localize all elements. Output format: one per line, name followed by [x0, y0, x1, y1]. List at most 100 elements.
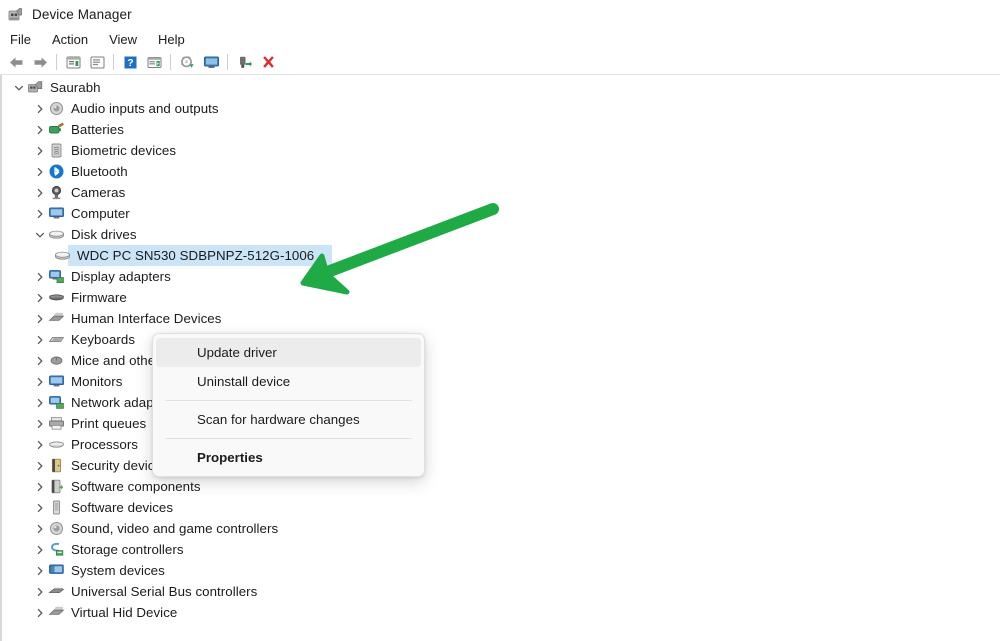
- tree-row-label: Human Interface Devices: [71, 311, 222, 326]
- chevron-right-icon[interactable]: [32, 119, 48, 140]
- tree-row-label: Software components: [71, 479, 201, 494]
- tree-row-label: Print queues: [71, 416, 147, 431]
- chevron-right-icon[interactable]: [32, 287, 48, 308]
- usb-icon: [48, 583, 65, 600]
- tree-row[interactable]: Biometric devices: [2, 140, 1000, 161]
- device-tree-panel: Saurabh Audio inputs and outputs Batteries…: [0, 75, 1000, 641]
- toolbar: ?: [0, 50, 1000, 75]
- help-icon[interactable]: ?: [118, 51, 142, 73]
- tree-row[interactable]: Software devices: [2, 497, 1000, 518]
- selected-device-label: WDC PC SN530 SDBPNPZ-512G-1006: [77, 248, 315, 263]
- tree-row[interactable]: Bluetooth: [2, 161, 1000, 182]
- tree-row[interactable]: Sound, video and game controllers: [2, 518, 1000, 539]
- tree-row[interactable]: Storage controllers: [2, 539, 1000, 560]
- tree-row-label: Saurabh: [50, 80, 101, 95]
- tree-row-label: Virtual Hid Device: [71, 605, 178, 620]
- chevron-right-icon[interactable]: [32, 308, 48, 329]
- chevron-right-icon[interactable]: [32, 392, 48, 413]
- chevron-down-icon[interactable]: [11, 77, 27, 98]
- tree-row[interactable]: Saurabh: [2, 77, 1000, 98]
- hid-icon: [48, 604, 65, 621]
- uninstall-device-icon[interactable]: [256, 51, 280, 73]
- tree-row[interactable]: Human Interface Devices: [2, 308, 1000, 329]
- context-menu-item-update-driver[interactable]: Update driver: [156, 338, 421, 367]
- chevron-right-icon[interactable]: [32, 581, 48, 602]
- tree-row-label: Biometric devices: [71, 143, 177, 158]
- tree-row-label: Batteries: [71, 122, 124, 137]
- chevron-right-icon[interactable]: [32, 476, 48, 497]
- context-menu-item-properties[interactable]: Properties: [156, 443, 421, 472]
- tree-row[interactable]: Display adapters: [2, 266, 1000, 287]
- menu-action[interactable]: Action: [52, 31, 97, 48]
- menu-view[interactable]: View: [109, 31, 146, 48]
- processor-icon: [48, 436, 65, 453]
- chevron-right-icon[interactable]: [32, 560, 48, 581]
- chevron-right-icon[interactable]: [32, 455, 48, 476]
- disk-drive-icon: [48, 226, 65, 243]
- chevron-right-icon[interactable]: [32, 182, 48, 203]
- device-view-icon[interactable]: [142, 51, 166, 73]
- chevron-right-icon[interactable]: [32, 203, 48, 224]
- svg-text:?: ?: [127, 57, 133, 69]
- software-device-icon: [48, 499, 65, 516]
- chevron-right-icon[interactable]: [32, 434, 48, 455]
- printer-icon: [48, 415, 65, 432]
- tree-row-label: Storage controllers: [71, 542, 184, 557]
- monitor-icon: [48, 373, 65, 390]
- tree-row[interactable]: Computer: [2, 203, 1000, 224]
- menu-separator: [165, 438, 412, 439]
- chevron-right-icon[interactable]: [32, 602, 48, 623]
- tree-row[interactable]: Software components: [2, 476, 1000, 497]
- tree-row[interactable]: Disk drives: [2, 224, 1000, 245]
- context-menu-item-uninstall-device[interactable]: Uninstall device: [156, 367, 421, 396]
- speaker-icon: [48, 100, 65, 117]
- monitor-icon: [48, 205, 65, 222]
- tree-row-label: Firmware: [71, 290, 127, 305]
- chevron-right-icon[interactable]: [32, 371, 48, 392]
- chevron-right-icon[interactable]: [32, 266, 48, 287]
- chevron-down-icon[interactable]: [32, 224, 48, 245]
- tree-row-label: Display adapters: [71, 269, 171, 284]
- title-bar: Device Manager: [0, 0, 1000, 28]
- tree-row-label: Keyboards: [71, 332, 136, 347]
- tree-row-selected-device[interactable]: WDC PC SN530 SDBPNPZ-512G-1006: [2, 245, 1000, 266]
- tree-row-label: Software devices: [71, 500, 174, 515]
- properties-icon[interactable]: [61, 51, 85, 73]
- update-driver-software-icon[interactable]: [85, 51, 109, 73]
- menu-bar: File Action View Help: [0, 28, 1000, 50]
- chevron-right-icon[interactable]: [32, 329, 48, 350]
- tree-row[interactable]: Batteries: [2, 119, 1000, 140]
- tree-row[interactable]: Universal Serial Bus controllers: [2, 581, 1000, 602]
- disk-drive-icon: [54, 247, 71, 264]
- tree-row[interactable]: Firmware: [2, 287, 1000, 308]
- menu-file[interactable]: File: [10, 31, 40, 48]
- tree-row-label: Universal Serial Bus controllers: [71, 584, 258, 599]
- display-adapter-icon: [48, 268, 65, 285]
- menu-help[interactable]: Help: [158, 31, 194, 48]
- context-menu-item-scan-for-hardware-changes[interactable]: Scan for hardware changes: [156, 405, 421, 434]
- chevron-right-icon[interactable]: [32, 98, 48, 119]
- chevron-right-icon[interactable]: [32, 413, 48, 434]
- security-device-icon: [48, 457, 65, 474]
- chevron-right-icon[interactable]: [32, 518, 48, 539]
- chevron-right-icon[interactable]: [32, 140, 48, 161]
- tree-row[interactable]: System devices: [2, 560, 1000, 581]
- tree-row-label: Bluetooth: [71, 164, 128, 179]
- scan-for-hardware-changes-icon[interactable]: [175, 51, 199, 73]
- tree-row-label: Audio inputs and outputs: [71, 101, 219, 116]
- mouse-icon: [48, 352, 65, 369]
- enable-device-icon[interactable]: [232, 51, 256, 73]
- back-arrow-icon[interactable]: [4, 51, 28, 73]
- tree-row[interactable]: Virtual Hid Device: [2, 602, 1000, 623]
- computer-node-icon: [27, 79, 44, 96]
- chevron-right-icon[interactable]: [32, 161, 48, 182]
- show-hidden-devices-icon[interactable]: [199, 51, 223, 73]
- battery-icon: [48, 121, 65, 138]
- tree-row[interactable]: Audio inputs and outputs: [2, 98, 1000, 119]
- chevron-right-icon[interactable]: [32, 539, 48, 560]
- chevron-right-icon[interactable]: [32, 350, 48, 371]
- chevron-right-icon[interactable]: [32, 497, 48, 518]
- tree-row[interactable]: Cameras: [2, 182, 1000, 203]
- forward-arrow-icon[interactable]: [28, 51, 52, 73]
- firmware-icon: [48, 289, 65, 306]
